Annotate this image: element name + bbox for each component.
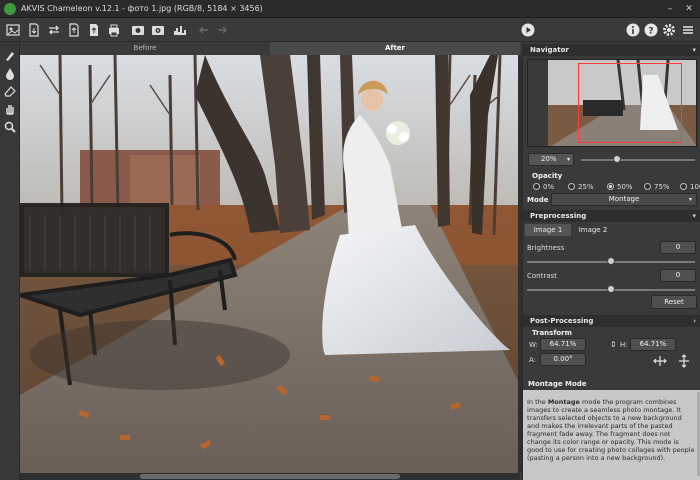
tab-image-1[interactable]: Image 1 bbox=[525, 224, 571, 236]
opacity-radio-50[interactable] bbox=[607, 183, 614, 190]
brightness-label: Brightness bbox=[527, 244, 565, 252]
hand-icon[interactable] bbox=[3, 102, 17, 116]
navigator-view-frame[interactable] bbox=[578, 63, 682, 143]
angle-label: A: bbox=[529, 356, 537, 364]
tool-palette bbox=[0, 42, 20, 480]
opacity-radio-0[interactable] bbox=[533, 183, 540, 190]
width-label: W: bbox=[529, 341, 538, 349]
batch-icon[interactable] bbox=[130, 22, 146, 38]
navigator-header[interactable]: Navigator ▾ bbox=[523, 44, 700, 56]
image-canvas[interactable] bbox=[20, 55, 520, 473]
help-text-body: mode the program combines images to crea… bbox=[527, 398, 695, 462]
horizontal-scrollbar[interactable] bbox=[20, 473, 520, 480]
drop-icon[interactable] bbox=[3, 66, 17, 80]
chevron-down-icon: ▾ bbox=[688, 196, 692, 203]
help-text-start: In the bbox=[527, 398, 548, 406]
chevron-down-icon: ▾ bbox=[566, 156, 570, 163]
help-text: In the Montage mode the program combines… bbox=[527, 398, 695, 462]
opacity-option-label: 50% bbox=[617, 183, 633, 191]
flip-horizontal-icon[interactable] bbox=[652, 353, 668, 371]
opacity-radio-100[interactable] bbox=[680, 183, 687, 190]
contrast-slider-knob[interactable] bbox=[607, 285, 615, 293]
opacity-option-label: 0% bbox=[543, 183, 555, 191]
navigator-preview[interactable] bbox=[527, 59, 697, 147]
reset-button[interactable]: Reset bbox=[651, 295, 697, 309]
redo-icon[interactable] bbox=[214, 22, 230, 38]
tab-after[interactable]: After bbox=[270, 42, 520, 55]
montage-photo bbox=[20, 55, 520, 473]
histogram-icon[interactable] bbox=[172, 22, 188, 38]
opacity-option-label: 100% bbox=[690, 183, 700, 191]
close-button[interactable]: ✕ bbox=[683, 3, 695, 15]
info-icon[interactable] bbox=[625, 22, 641, 38]
opacity-radio-25[interactable] bbox=[568, 183, 575, 190]
eraser-icon[interactable] bbox=[3, 84, 17, 98]
scrollbar-thumb[interactable] bbox=[140, 474, 400, 479]
zoom-slider-track[interactable] bbox=[581, 159, 695, 161]
transform-title: Transform bbox=[532, 329, 572, 337]
fragment-icon[interactable] bbox=[5, 22, 21, 38]
height-label: H: bbox=[620, 341, 628, 349]
main-toolbar: ? bbox=[0, 18, 700, 42]
brightness-field[interactable]: 0 bbox=[660, 241, 696, 254]
height-field[interactable]: 64.71% bbox=[630, 338, 676, 351]
chevron-down-icon: ▾ bbox=[692, 46, 696, 54]
open-icon[interactable] bbox=[26, 22, 42, 38]
help-icon[interactable]: ? bbox=[643, 22, 659, 38]
opacity-option-label: 25% bbox=[578, 183, 594, 191]
zoom-select[interactable]: 20% ▾ bbox=[528, 153, 574, 166]
opacity-title: Opacity bbox=[532, 172, 563, 180]
help-title: Montage Mode bbox=[523, 378, 700, 390]
mode-label: Mode bbox=[527, 196, 549, 204]
svg-text:?: ? bbox=[648, 27, 653, 37]
view-tabs: Before After bbox=[20, 42, 520, 55]
link-icon[interactable]: ⇕ bbox=[610, 340, 617, 349]
zoom-icon[interactable] bbox=[3, 120, 17, 134]
undo-icon[interactable] bbox=[196, 22, 212, 38]
zoom-slider-knob[interactable] bbox=[613, 155, 622, 163]
chevron-right-icon: › bbox=[693, 317, 696, 325]
settings-panel: Navigator ▾ 20% ▾ Opacity 0% 25% 50% 75% 100… bbox=[522, 42, 700, 480]
preprocessing-title: Preprocessing bbox=[530, 212, 587, 220]
contrast-field[interactable]: 0 bbox=[660, 269, 696, 282]
app-logo-icon bbox=[4, 3, 16, 15]
tab-image-2[interactable]: Image 2 bbox=[571, 224, 615, 236]
zoom-value: 20% bbox=[541, 155, 557, 163]
navigator-title: Navigator bbox=[530, 46, 569, 54]
postprocessing-header[interactable]: Post-Processing › bbox=[523, 315, 700, 327]
swap-icon[interactable] bbox=[46, 22, 62, 38]
share-icon[interactable] bbox=[150, 22, 166, 38]
tab-before[interactable]: Before bbox=[20, 42, 270, 55]
width-field[interactable]: 64.71% bbox=[540, 338, 586, 351]
window-title: AKVIS Chameleon v.12.1 - фото 1.jpg (RGB… bbox=[21, 4, 263, 13]
settings-icon[interactable] bbox=[661, 22, 677, 38]
mode-value: Montage bbox=[608, 195, 640, 203]
mode-select[interactable]: Montage ▾ bbox=[551, 193, 697, 206]
selection-brush-icon[interactable] bbox=[3, 48, 17, 62]
contrast-label: Contrast bbox=[527, 272, 557, 280]
angle-field[interactable]: 0.00° bbox=[540, 353, 586, 366]
print-icon[interactable] bbox=[106, 22, 122, 38]
opacity-radio-75[interactable] bbox=[644, 183, 651, 190]
minimize-button[interactable]: – bbox=[664, 3, 676, 15]
save-icon[interactable] bbox=[66, 22, 82, 38]
help-text-mode: Montage bbox=[547, 398, 580, 406]
help-panel: Montage Mode In the Montage mode the pro… bbox=[523, 378, 700, 480]
preprocessing-header[interactable]: Preprocessing ▾ bbox=[523, 210, 700, 222]
postprocessing-title: Post-Processing bbox=[530, 317, 594, 325]
flip-vertical-icon[interactable] bbox=[676, 353, 692, 371]
run-icon[interactable] bbox=[520, 22, 536, 38]
menu-icon[interactable] bbox=[680, 22, 696, 38]
chevron-down-icon: ▾ bbox=[692, 212, 696, 220]
title-bar: AKVIS Chameleon v.12.1 - фото 1.jpg (RGB… bbox=[0, 0, 700, 18]
brightness-slider-knob[interactable] bbox=[607, 257, 615, 265]
opacity-option-label: 75% bbox=[654, 183, 670, 191]
export-icon[interactable] bbox=[86, 22, 102, 38]
